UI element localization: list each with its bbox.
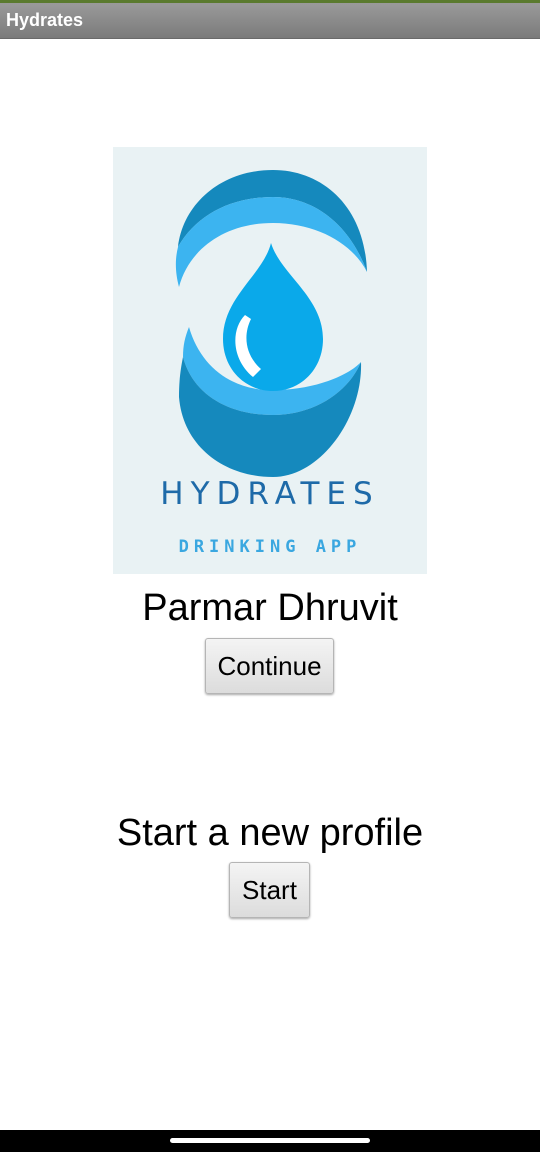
home-indicator[interactable] [170,1138,370,1143]
logo-tagline: DRINKING APP [178,537,362,557]
continue-button[interactable]: Continue [205,638,334,694]
profile-name: Parmar Dhruvit [142,587,398,629]
app-screen: Hydrates HYDRATES DRINKING APP Parmar Dh… [0,0,540,1152]
new-profile-heading: Start a new profile [116,812,424,854]
water-drop-logo-icon [175,170,367,477]
app-title: Hydrates [6,10,84,30]
system-navigation-bar [0,1130,540,1152]
start-button[interactable]: Start [229,862,310,918]
logo-wordmark: HYDRATES [160,476,380,512]
title-bar: Hydrates [0,3,540,39]
